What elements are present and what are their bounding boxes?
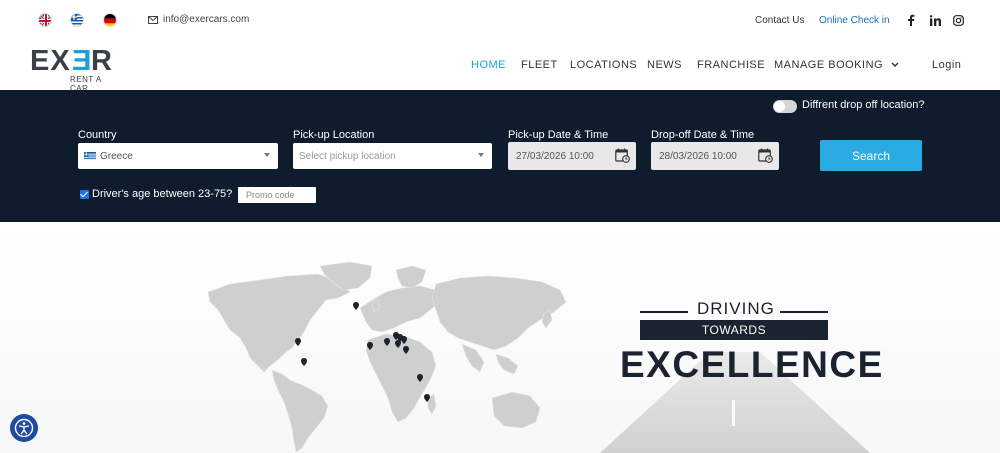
dropoff-date-input[interactable]: 28/03/2026 10:00 — [651, 142, 779, 170]
nav-manage-booking-label: MANAGE BOOKING — [774, 59, 884, 71]
accessibility-icon — [14, 418, 34, 438]
pickup-date-input[interactable]: 27/03/2026 10:00 — [508, 142, 636, 170]
promo-code-input[interactable]: Promo code — [238, 187, 316, 203]
pickup-location-placeholder: Select pickup location — [299, 150, 396, 162]
facebook-icon[interactable] — [904, 13, 918, 27]
chevron-down-icon — [891, 62, 899, 68]
accessibility-button[interactable] — [10, 414, 38, 442]
tagline-excellence: EXCELLENCE — [620, 344, 884, 385]
nav-fleet[interactable]: FLEET — [521, 59, 558, 71]
dropoff-date-label: Drop-off Date & Time — [651, 129, 755, 141]
hero-section: DRIVING TOWARDS EXCELLENCE — [0, 222, 1000, 453]
country-select[interactable]: Greece — [78, 143, 278, 169]
calendar-clock-icon — [615, 148, 630, 163]
instagram-icon[interactable] — [951, 13, 965, 27]
world-map-image — [207, 262, 567, 453]
email-link[interactable]: info@exercars.com — [148, 14, 249, 25]
pickup-date-label: Pick-up Date & Time — [508, 129, 609, 141]
country-label: Country — [78, 129, 117, 141]
envelope-icon — [148, 15, 158, 24]
caret-down-icon — [264, 153, 270, 157]
tagline-towards: TOWARDS — [640, 320, 828, 340]
nav-home[interactable]: HOME — [471, 59, 506, 71]
top-bar: info@exercars.com Contact Us Online Chec… — [0, 0, 1000, 42]
different-dropoff-label: Diffrent drop off location? — [802, 99, 925, 111]
exer-logo[interactable]: EXER RENT A CAR — [30, 45, 120, 93]
dropoff-date-value: 28/03/2026 10:00 — [659, 150, 737, 162]
different-dropoff-toggle[interactable] — [773, 100, 797, 113]
uk-flag-icon[interactable] — [38, 13, 52, 27]
tagline-rule-left — [640, 311, 688, 313]
email-text: info@exercars.com — [163, 14, 250, 25]
calendar-clock-icon — [758, 148, 773, 163]
pickup-location-select[interactable]: Select pickup location — [293, 143, 492, 169]
greece-flag-icon — [84, 152, 96, 160]
booking-search-panel: Diffrent drop off location? Country Gree… — [0, 90, 1000, 222]
login-link[interactable]: Login — [932, 59, 961, 71]
greece-flag-icon[interactable] — [70, 13, 84, 27]
online-checkin-link[interactable]: Online Check in — [819, 15, 890, 26]
search-button[interactable]: Search — [820, 140, 922, 171]
nav-news[interactable]: NEWS — [647, 59, 682, 71]
promo-code-placeholder: Promo code — [246, 190, 295, 200]
pickup-location-label: Pick-up Location — [293, 129, 375, 141]
tagline-driving: DRIVING — [697, 299, 775, 318]
nav-locations[interactable]: LOCATIONS — [570, 59, 637, 71]
nav-franchise[interactable]: FRANCHISE — [697, 59, 765, 71]
linkedin-icon[interactable] — [928, 13, 942, 27]
contact-us-link[interactable]: Contact Us — [755, 15, 804, 26]
pickup-date-value: 27/03/2026 10:00 — [516, 150, 594, 162]
country-value: Greece — [100, 150, 133, 162]
main-header: EXER RENT A CAR HOME FLEET LOCATIONS NEW… — [0, 42, 1000, 93]
caret-down-icon — [478, 153, 484, 157]
germany-flag-icon[interactable] — [103, 13, 117, 27]
driver-age-label: Driver's age between 23-75? — [92, 188, 233, 200]
driver-age-checkbox[interactable] — [80, 190, 89, 199]
nav-manage-booking[interactable]: MANAGE BOOKING — [774, 59, 899, 71]
logo-wordmark: EXER — [30, 45, 113, 77]
tagline-rule-right — [780, 311, 828, 313]
